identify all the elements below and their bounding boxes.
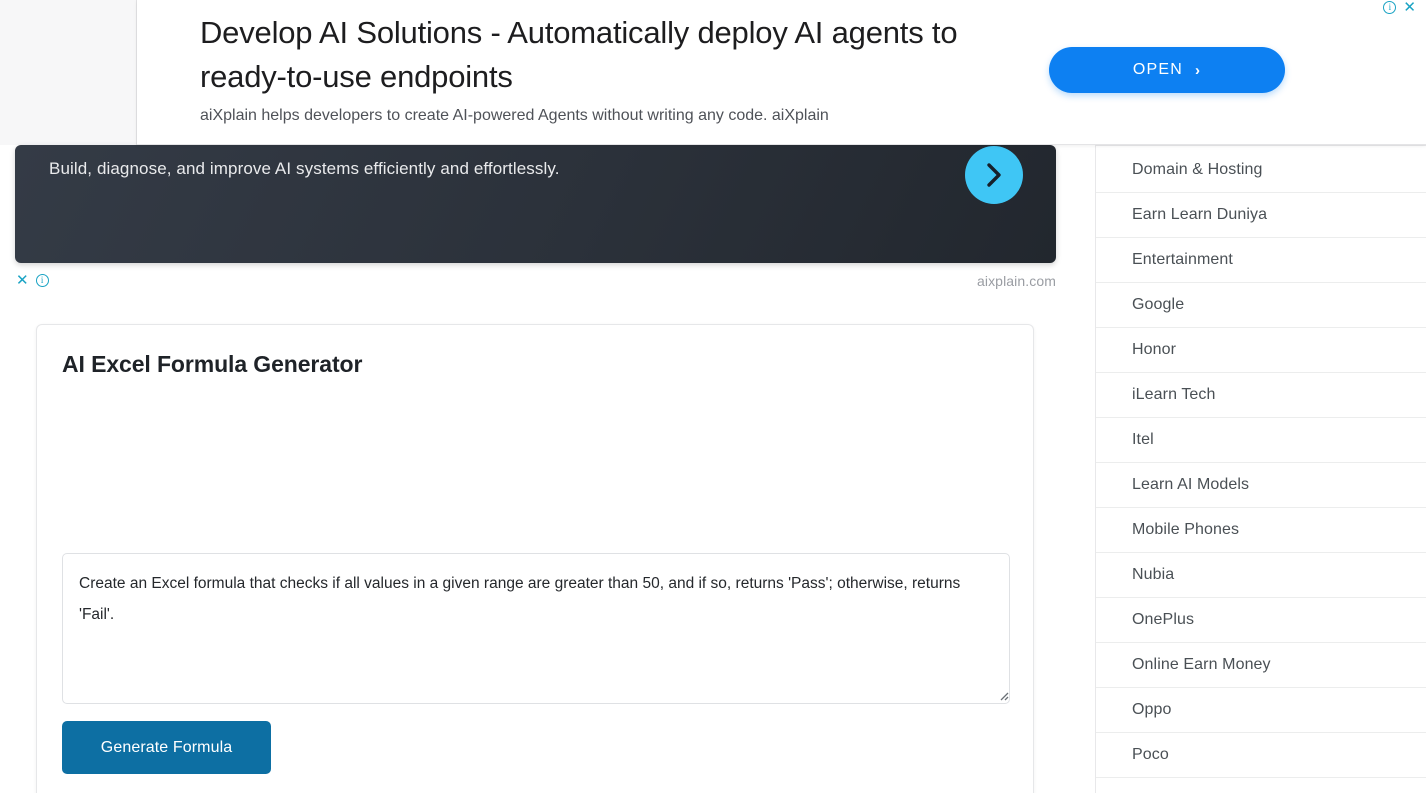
formula-generator-card: AI Excel Formula Generator Generate Form… <box>36 324 1034 793</box>
sidebar-item-label: Itel <box>1132 431 1154 448</box>
category-list: Domain & Hosting Earn Learn Duniya Enterta… <box>1096 148 1426 778</box>
sidebar-item[interactable]: OnePlus <box>1096 598 1426 643</box>
ad-close-icon[interactable]: ✕ <box>16 273 29 288</box>
sidebar-item[interactable]: Earn Learn Duniya <box>1096 193 1426 238</box>
ad-overlay-close-icon[interactable]: ✕ <box>1403 0 1416 15</box>
sidebar-item[interactable]: Domain & Hosting <box>1096 148 1426 193</box>
ad-info-icon[interactable]: i <box>35 274 49 287</box>
sidebar-item[interactable]: Honor <box>1096 328 1426 373</box>
prompt-input[interactable] <box>62 553 1010 704</box>
sidebar-item-label: Poco <box>1132 746 1169 763</box>
sidebar-item-label: Google <box>1132 296 1185 313</box>
sidebar-item[interactable]: Mobile Phones <box>1096 508 1426 553</box>
sidebar-item-label: Online Earn Money <box>1132 656 1271 673</box>
sidebar-item-label: OnePlus <box>1132 611 1195 628</box>
generate-formula-button[interactable]: Generate Formula <box>62 721 271 774</box>
sidebar-top-divider <box>1096 145 1426 146</box>
ad-headline: Develop AI Solutions - Automatically dep… <box>200 15 958 94</box>
sidebar-item[interactable]: Online Earn Money <box>1096 643 1426 688</box>
page-title: AI Excel Formula Generator <box>62 351 363 377</box>
sidebar-item[interactable]: iLearn Tech <box>1096 373 1426 418</box>
sidebar-item[interactable]: Google <box>1096 283 1426 328</box>
sidebar-item[interactable]: Itel <box>1096 418 1426 463</box>
sidebar-item[interactable]: Entertainment <box>1096 238 1426 283</box>
sidebar-item-label: Nubia <box>1132 566 1175 583</box>
category-sidebar: Domain & Hosting Earn Learn Duniya Enterta… <box>1095 145 1426 793</box>
ad-overlay-panel[interactable]: Develop AI Solutions - Automatically dep… <box>137 0 1426 145</box>
chevron-right-icon: › <box>1194 61 1202 79</box>
sidebar-item[interactable]: Poco <box>1096 733 1426 778</box>
ad-open-button[interactable]: OPEN › <box>1049 47 1285 93</box>
ad-domain-label: aixplain.com <box>976 273 1056 289</box>
ad-overlay-info-icon[interactable]: i <box>1383 1 1397 14</box>
ad-open-label: OPEN <box>1132 61 1183 78</box>
sidebar-item-label: iLearn Tech <box>1132 386 1216 403</box>
chevron-right-icon[interactable] <box>965 146 1023 204</box>
sidebar-item-label: Earn Learn Duniya <box>1132 206 1268 223</box>
ad-footer-controls: ✕ i <box>16 273 49 288</box>
main-content-column: Build, diagnose, and improve AI systems … <box>0 145 1095 793</box>
sidebar-item-label: Mobile Phones <box>1132 521 1240 538</box>
promo-banner[interactable]: Build, diagnose, and improve AI systems … <box>15 145 1056 263</box>
ad-footer: ✕ i aixplain.com <box>0 273 1056 303</box>
sidebar-item-label: Oppo <box>1132 701 1172 718</box>
ad-overlay-controls: i ✕ <box>1383 0 1416 15</box>
sidebar-item[interactable]: Oppo <box>1096 688 1426 733</box>
sidebar-item[interactable]: Nubia <box>1096 553 1426 598</box>
sidebar-item[interactable]: Learn AI Models <box>1096 463 1426 508</box>
sidebar-item-label: Honor <box>1132 341 1177 358</box>
sidebar-item-label: Domain & Hosting <box>1132 161 1263 178</box>
promo-banner-text: Build, diagnose, and improve AI systems … <box>49 159 560 178</box>
sidebar-item-label: Learn AI Models <box>1132 476 1250 493</box>
ad-description: aiXplain helps developers to create AI-p… <box>200 107 829 124</box>
page-root: Build, diagnose, and improve AI systems … <box>0 0 1426 793</box>
sidebar-item-label: Entertainment <box>1132 251 1233 268</box>
page-left-gutter <box>0 0 137 145</box>
